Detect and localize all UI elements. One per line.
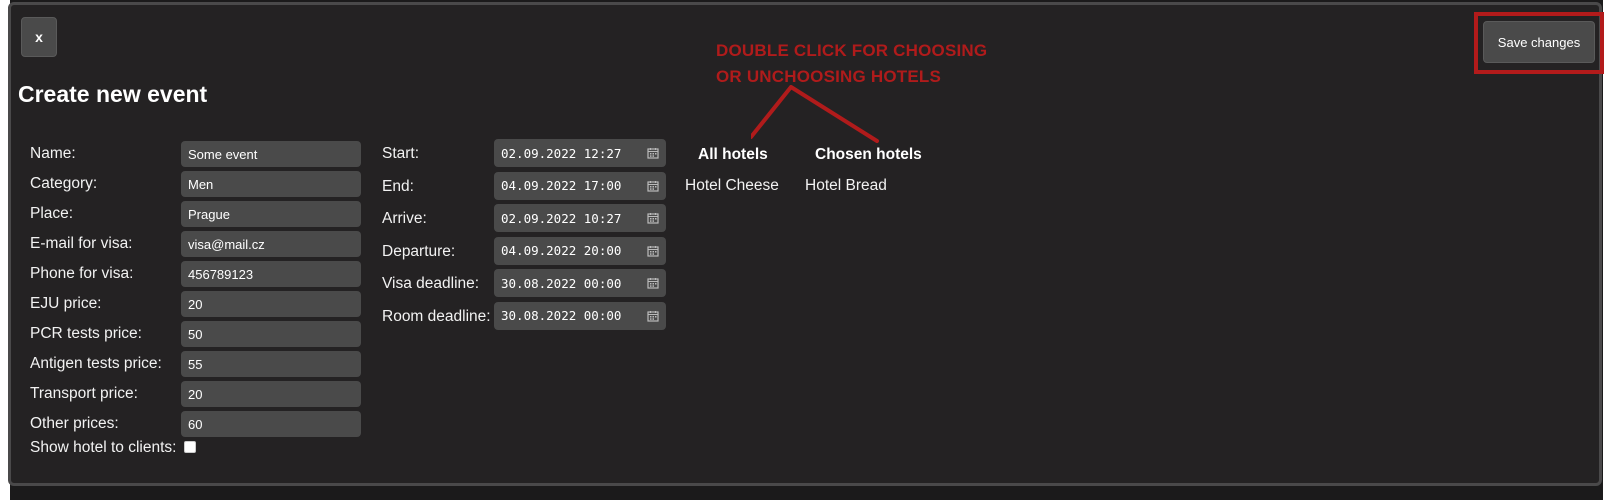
calendar-icon[interactable]: [647, 277, 659, 289]
departure-datetime-input[interactable]: 04.09.2022 20:00: [494, 236, 666, 265]
calendar-icon[interactable]: [647, 245, 659, 257]
phone-for-visa-input[interactable]: [181, 261, 361, 287]
arrive-datetime-input[interactable]: 02.09.2022 10:27: [494, 204, 666, 232]
datetime-value: 04.09.2022 20:00: [501, 243, 622, 258]
antigen-tests-price-label: Antigen tests price:: [30, 355, 162, 372]
place-input[interactable]: [181, 201, 361, 227]
name-input[interactable]: [181, 141, 361, 167]
page-title: Create new event: [18, 81, 208, 107]
datetime-value: 30.08.2022 00:00: [501, 275, 622, 291]
room-deadline-datetime-input[interactable]: 30.08.2022 00:00: [494, 301, 666, 330]
pcr-tests-price-label: PCR tests price:: [30, 325, 142, 342]
other-prices-label: Other prices:: [30, 415, 119, 432]
calendar-icon[interactable]: [647, 147, 659, 159]
show-hotel-checkbox[interactable]: [184, 441, 196, 453]
close-button[interactable]: x: [21, 17, 57, 57]
room-deadline-label: Room deadline:: [382, 307, 491, 325]
chosen-hotels-item[interactable]: Hotel Bread: [805, 177, 887, 195]
calendar-icon[interactable]: [647, 310, 659, 322]
hint-arrows: [751, 85, 879, 143]
start-datetime-input[interactable]: 02.09.2022 12:27: [494, 139, 666, 167]
category-label: Category:: [30, 175, 98, 192]
datetime-value: 30.08.2022 00:00: [501, 308, 622, 323]
all-hotels-heading: All hotels: [698, 146, 768, 163]
place-label: Place:: [30, 205, 74, 222]
transport-price-input[interactable]: [181, 381, 361, 407]
eju-price-label: EJU price:: [30, 295, 102, 312]
transport-price-label: Transport price:: [30, 385, 138, 402]
save-highlight-box: Save changes: [1474, 12, 1604, 74]
end-label: End:: [382, 177, 414, 195]
e-mail-for-visa-input[interactable]: [181, 231, 361, 257]
arrive-label: Arrive:: [382, 210, 427, 227]
hint-line: DOUBLE CLICK FOR CHOOSING: [716, 41, 988, 60]
name-label: Name:: [30, 145, 76, 162]
datetime-value: 02.09.2022 10:27: [501, 210, 622, 226]
chosen-hotels-heading: Chosen hotels: [815, 146, 922, 163]
visa-deadline-datetime-input[interactable]: 30.08.2022 00:00: [494, 269, 666, 297]
other-prices-input[interactable]: [181, 411, 361, 437]
show-hotel-label: Show hotel to clients:: [30, 439, 177, 456]
antigen-tests-price-input[interactable]: [181, 351, 361, 377]
departure-label: Departure:: [382, 242, 456, 260]
datetime-value: 02.09.2022 12:27: [501, 145, 622, 161]
create-event-modal: x Save changes DOUBLE CLICK FOR CHOOSING…: [8, 2, 1604, 486]
end-datetime-input[interactable]: 04.09.2022 17:00: [494, 171, 666, 200]
visa-deadline-label: Visa deadline:: [382, 275, 480, 292]
background-right: [1603, 0, 1615, 500]
datetime-value: 04.09.2022 17:00: [501, 178, 622, 193]
category-input[interactable]: [181, 171, 361, 197]
save-changes-button[interactable]: Save changes: [1483, 21, 1595, 63]
eju-price-input[interactable]: [181, 291, 361, 317]
pcr-tests-price-input[interactable]: [181, 321, 361, 347]
e-mail-for-visa-label: E-mail for visa:: [30, 235, 133, 252]
phone-for-visa-label: Phone for visa:: [30, 265, 134, 282]
calendar-icon[interactable]: [647, 180, 659, 192]
all-hotels-item[interactable]: Hotel Cheese: [685, 177, 779, 195]
calendar-icon[interactable]: [647, 212, 659, 224]
hotel-hint: DOUBLE CLICK FOR CHOOSING OR UNCHOOSING …: [716, 38, 987, 90]
start-label: Start:: [382, 145, 420, 162]
